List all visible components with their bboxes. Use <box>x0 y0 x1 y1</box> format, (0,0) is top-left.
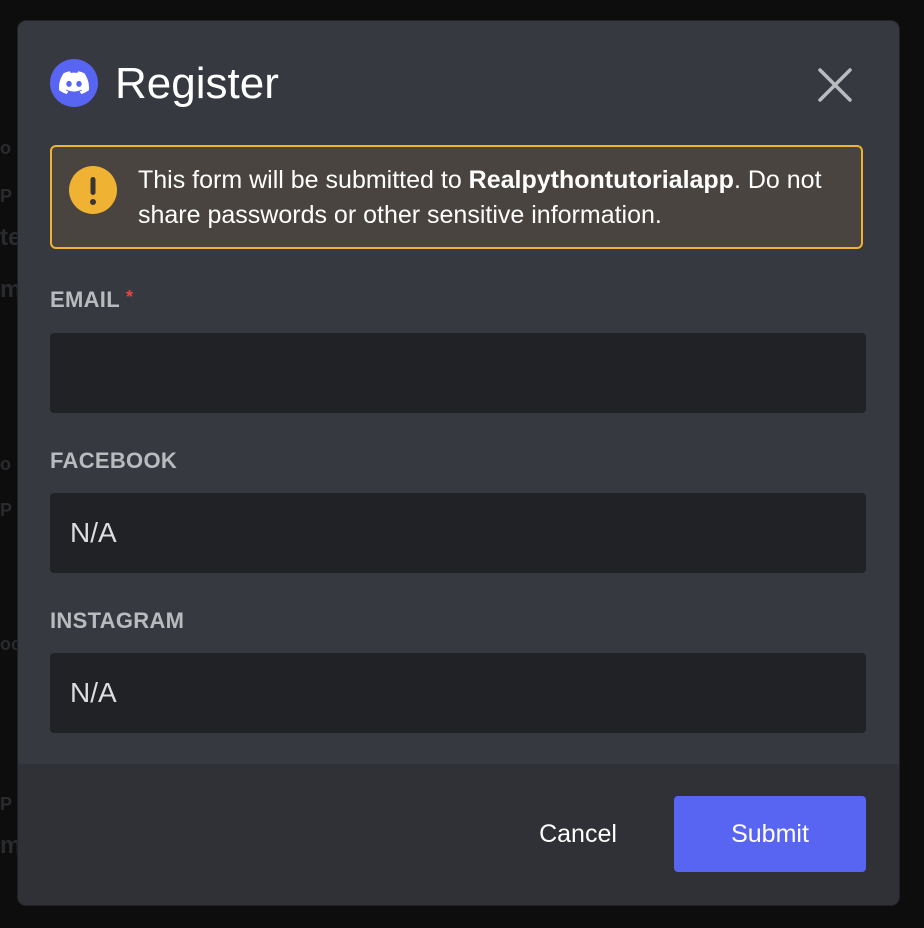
email-input[interactable] <box>50 333 866 413</box>
instagram-label: INSTAGRAM <box>50 608 185 633</box>
background-text-fragment: o <box>0 454 11 474</box>
modal-header: Register <box>18 21 899 143</box>
background-text-fragment: o <box>0 138 11 158</box>
warning-banner: This form will be submitted to Realpytho… <box>50 145 863 249</box>
email-label-text: EMAIL <box>50 287 120 312</box>
email-label: EMAIL * <box>50 287 133 313</box>
modal-title: Register <box>115 59 279 108</box>
background-text-fragment: P <box>0 794 13 814</box>
modal-footer: Cancel Submit <box>18 764 899 905</box>
background-text-fragment: P <box>0 186 13 206</box>
facebook-input[interactable] <box>50 493 866 573</box>
warning-message: This form will be submitted to Realpytho… <box>138 163 838 233</box>
required-asterisk: * <box>125 287 134 307</box>
close-icon[interactable] <box>815 65 855 105</box>
register-modal: Register This form will be submitted to … <box>18 21 899 905</box>
warning-app-name: Realpythontutorialapp <box>468 166 734 194</box>
facebook-label: FACEBOOK <box>50 448 178 473</box>
exclamation-icon <box>69 166 117 214</box>
background-text-fragment: P <box>0 500 13 520</box>
warning-text-start: This form will be submitted to <box>138 166 469 194</box>
discord-logo-icon <box>50 59 98 107</box>
cancel-button[interactable]: Cancel <box>513 796 643 872</box>
instagram-input[interactable] <box>50 653 866 733</box>
submit-button[interactable]: Submit <box>674 796 866 872</box>
